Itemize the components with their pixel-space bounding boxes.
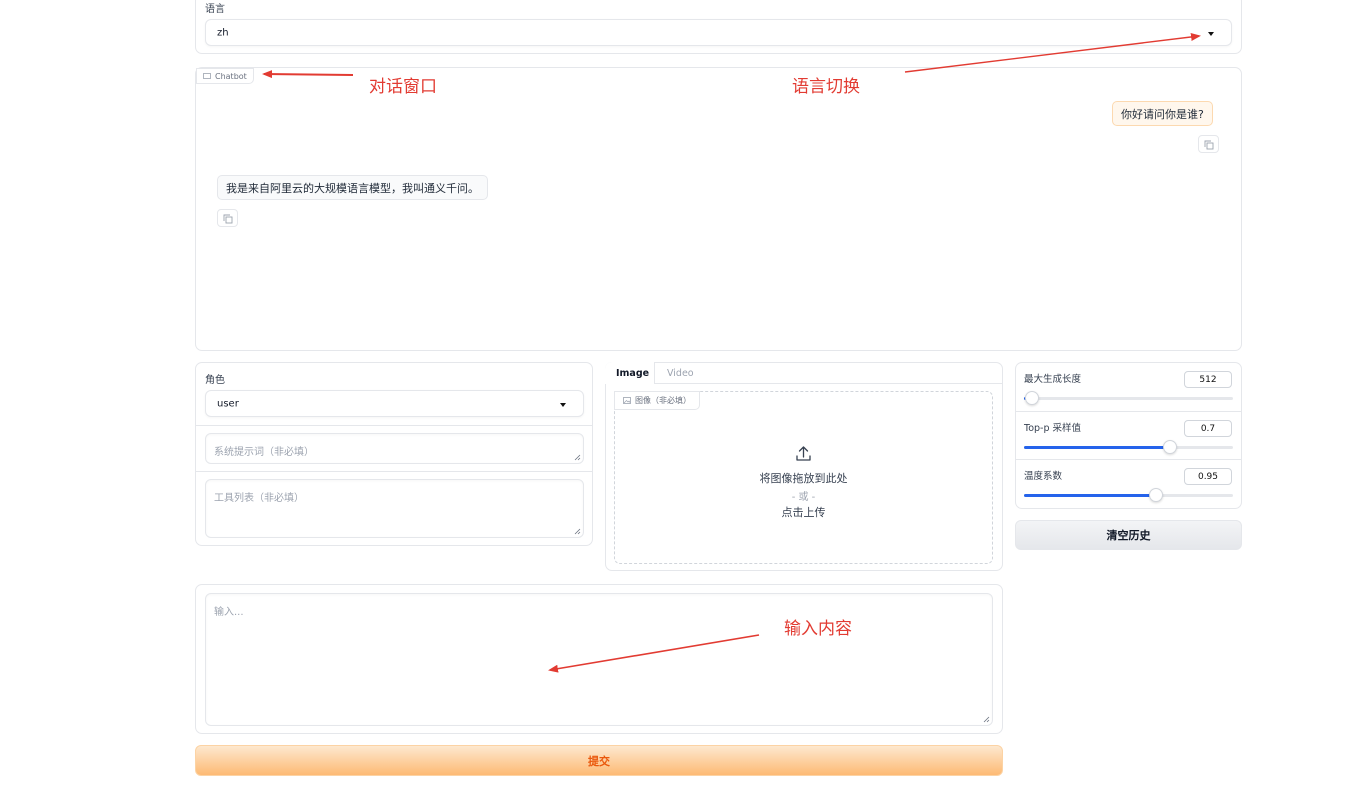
annotation-dialog-window: 对话窗口 [369, 77, 437, 97]
arrow-to-language-select [904, 33, 1201, 73]
annotation-arrows [262, 33, 1201, 673]
arrow-to-chatbot [262, 70, 354, 79]
arrow-to-input [548, 634, 760, 673]
annotation-language-switch: 语言切换 [792, 77, 860, 97]
annotation-input-content: 输入内容 [784, 619, 852, 639]
